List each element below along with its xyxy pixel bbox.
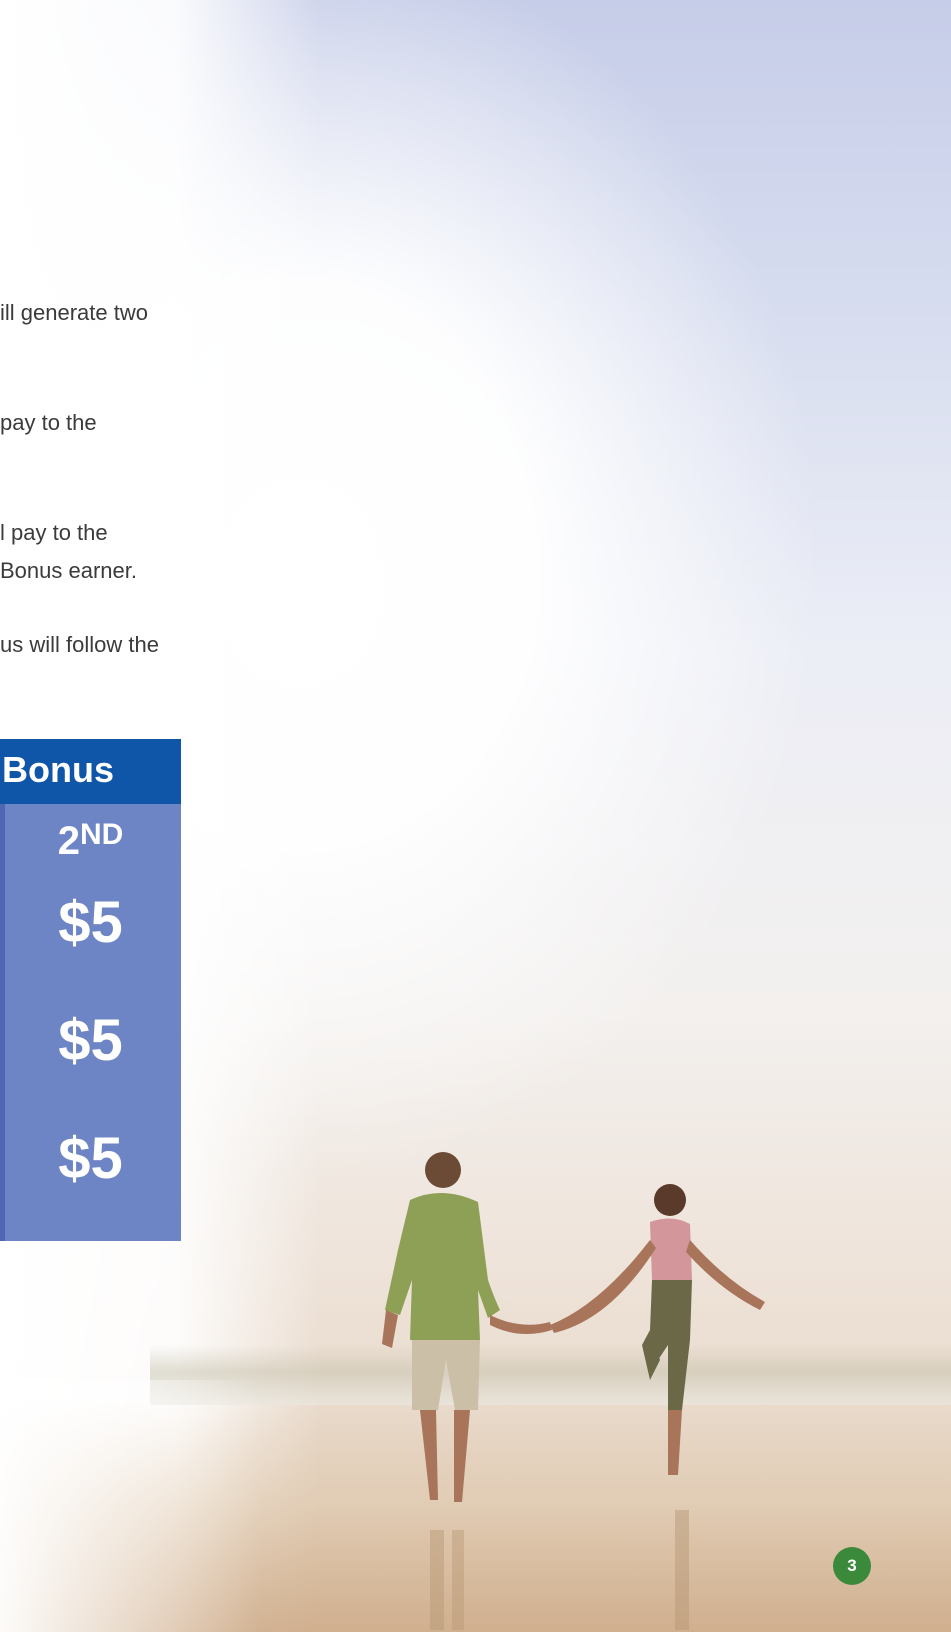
couple-walking-photo [382, 1152, 765, 1630]
body-text-line: Bonus earner. [0, 558, 137, 583]
body-text-line: us will follow the [0, 632, 159, 657]
body-text-line: l pay to the [0, 520, 108, 545]
bonus-value-cell: $5 [58, 1008, 123, 1073]
bonus-value-cell: $5 [58, 890, 123, 955]
bonus-value-cell: $5 [58, 1126, 123, 1191]
bonus-rank-label: 2ND [0, 818, 181, 864]
body-text-line: ill generate two [0, 300, 148, 325]
bonus-header-label: Bonus [2, 749, 114, 790]
body-text-line: pay to the [0, 410, 97, 435]
bonus-column-2nd: 2ND $5 $5 $5 [0, 804, 181, 1241]
rank-suffix: ND [79, 818, 124, 851]
sand-fade [0, 1380, 260, 1632]
bonus-table: Bonus 2ND $5 $5 $5 [0, 739, 181, 1241]
page-number-badge: 3 [833, 1547, 871, 1585]
bonus-table-header: Bonus [0, 739, 181, 804]
rank-number: 2 [57, 819, 80, 863]
